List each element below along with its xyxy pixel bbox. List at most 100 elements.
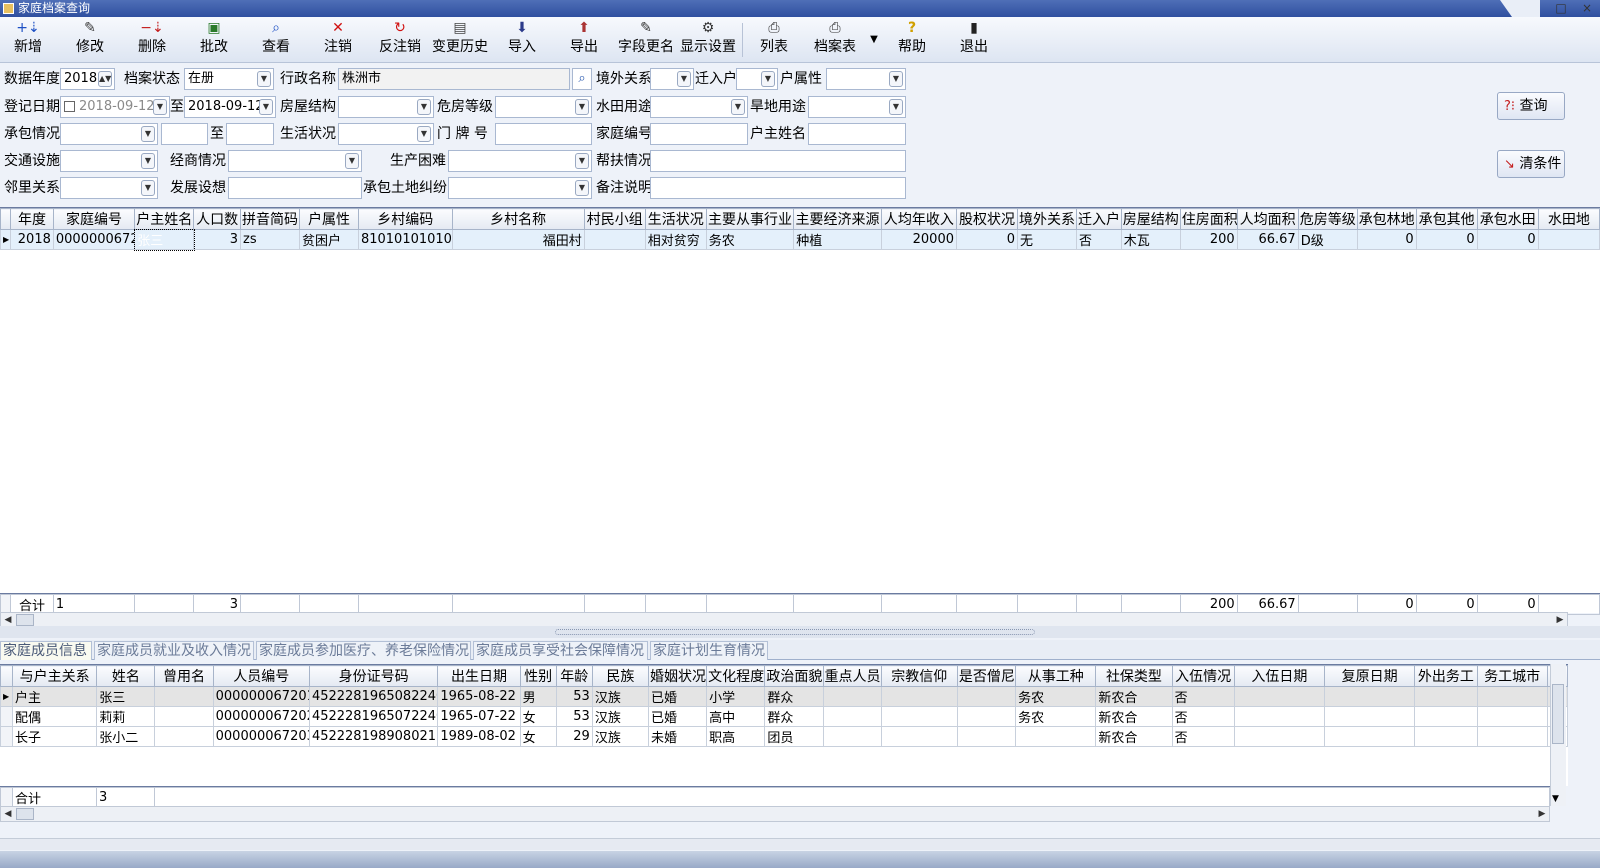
column-header[interactable]: 婚姻状况: [647, 665, 708, 687]
add-button[interactable]: +⇣ 新增: [10, 20, 46, 60]
table-cell[interactable]: 贫困户: [298, 229, 359, 250]
tab-0[interactable]: 家庭成员信息: [0, 641, 92, 660]
year-spinner[interactable]: 2018 ▲▼: [60, 68, 115, 90]
column-header[interactable]: 人员编号: [212, 665, 310, 687]
column-header[interactable]: 身份证号码: [308, 665, 439, 687]
table-cell[interactable]: 莉莉: [96, 706, 156, 727]
column-header[interactable]: 入伍日期: [1233, 665, 1326, 687]
table-cell[interactable]: [1015, 726, 1097, 747]
regdate-to-field[interactable]: 2018-09-12 ▼: [184, 96, 276, 118]
column-header[interactable]: 股权状况: [955, 208, 1019, 230]
paddy-use-select[interactable]: ▼: [650, 96, 748, 118]
rename-field-button[interactable]: ✎ 字段更名: [616, 20, 676, 60]
table-cell[interactable]: [822, 686, 882, 707]
table-cell[interactable]: 相对贫穷: [644, 229, 707, 250]
table-cell[interactable]: 配偶: [12, 706, 98, 727]
table-cell[interactable]: 职高: [706, 726, 766, 747]
column-header[interactable]: 重点人员: [822, 665, 882, 687]
member-grid[interactable]: 与户主关系 姓名 曾用名 人员编号 身份证号码 出生日期 性别 年龄 民族 婚姻状况 文化程度 政治面…: [0, 664, 1568, 786]
table-cell[interactable]: 种植: [793, 229, 882, 250]
table-cell[interactable]: 0: [955, 229, 1019, 250]
table-cell[interactable]: 53: [555, 686, 593, 707]
table-cell[interactable]: [956, 706, 1017, 727]
column-header[interactable]: 外出务工: [1414, 665, 1478, 687]
column-header[interactable]: 主要经济来源: [793, 208, 882, 230]
column-header[interactable]: 危房等级: [1297, 208, 1358, 230]
table-cell[interactable]: 福田村: [451, 229, 585, 250]
table-cell[interactable]: 0: [1356, 229, 1417, 250]
family-grid[interactable]: 年度 家庭编号 户主姓名 人口数 拼音简码 户属性 乡村编码 乡村名称 村民小组 生活状况 主要从事…: [0, 207, 1600, 593]
cancel-record-button[interactable]: ✕ 注销: [320, 20, 356, 60]
table-cell[interactable]: [1414, 726, 1478, 747]
column-header[interactable]: 户属性: [298, 208, 359, 230]
head-name-field[interactable]: [808, 123, 906, 145]
table-row[interactable]: ▶户主张三 0000000672014522281965082240311965-…: [0, 686, 1568, 707]
column-header[interactable]: 承包其他: [1415, 208, 1478, 230]
table-cell[interactable]: 66.67: [1236, 229, 1299, 250]
table-cell[interactable]: 张三: [133, 228, 195, 251]
table-cell[interactable]: 无: [1017, 229, 1077, 250]
column-header[interactable]: 从事工种: [1015, 665, 1097, 687]
table-cell[interactable]: 否: [1171, 706, 1235, 727]
difficulty-select[interactable]: ▼: [448, 150, 592, 172]
table-row[interactable]: 长子张小二 0000000672034522281989080211451989-…: [0, 726, 1568, 747]
table-cell[interactable]: 女: [519, 706, 557, 727]
scroll-left-icon[interactable]: ◀: [1, 807, 15, 821]
column-header[interactable]: 宗教信仰: [880, 665, 958, 687]
column-header[interactable]: 主要从事行业: [705, 208, 795, 230]
regdate-checkbox[interactable]: [64, 101, 75, 112]
import-button[interactable]: ⬇ 导入: [504, 20, 540, 60]
overseas-select[interactable]: ▼: [650, 68, 694, 90]
column-header[interactable]: 村民小组: [583, 208, 646, 230]
table-cell[interactable]: [822, 726, 882, 747]
change-history-button[interactable]: ▤ 变更历史: [430, 20, 490, 60]
scroll-thumb[interactable]: [16, 808, 34, 820]
table-cell[interactable]: [1476, 706, 1548, 727]
column-header[interactable]: 家庭编号: [52, 208, 136, 230]
table-cell[interactable]: [154, 726, 214, 747]
table-cell[interactable]: 务农: [1015, 686, 1097, 707]
table-cell[interactable]: [1476, 686, 1548, 707]
column-header[interactable]: 迁入户: [1076, 208, 1122, 230]
close-button[interactable]: ×: [1574, 0, 1600, 17]
column-header[interactable]: 与户主关系: [12, 665, 98, 687]
door-number-field[interactable]: [495, 123, 592, 145]
exit-button[interactable]: ▮ 退出: [956, 20, 992, 60]
member-grid-hscrollbar[interactable]: ◀ ▶: [0, 806, 1550, 822]
table-cell[interactable]: 452228198908021145: [308, 726, 439, 747]
view-button[interactable]: ⌕ 查看: [258, 20, 294, 60]
spinner-arrows-icon[interactable]: ▲▼: [98, 71, 112, 87]
table-cell[interactable]: [154, 706, 214, 727]
contract-to-field[interactable]: [226, 123, 274, 145]
dry-use-select[interactable]: ▼: [808, 96, 906, 118]
column-header[interactable]: 是否僧尼: [956, 665, 1017, 687]
panel-splitter[interactable]: [0, 626, 1600, 638]
table-cell[interactable]: 452228196508224031: [308, 686, 439, 707]
table-cell[interactable]: [1414, 706, 1478, 727]
region-field[interactable]: 株洲市: [338, 68, 570, 90]
aid-field[interactable]: [650, 150, 906, 172]
table-cell[interactable]: 0: [1415, 229, 1478, 250]
column-header[interactable]: 民族: [591, 665, 649, 687]
table-cell[interactable]: 务农: [705, 229, 795, 250]
tab-4[interactable]: 家庭计划生育情况: [650, 641, 768, 660]
splitter-grip[interactable]: [555, 629, 1035, 635]
table-cell[interactable]: 000000067201: [212, 686, 310, 707]
movein-select[interactable]: ▼: [736, 68, 778, 90]
table-cell[interactable]: 务农: [1015, 706, 1097, 727]
table-cell[interactable]: [1324, 686, 1416, 707]
table-cell[interactable]: 男: [519, 686, 557, 707]
column-header[interactable]: 人口数: [193, 208, 241, 230]
column-header[interactable]: 乡村编码: [357, 208, 453, 230]
scroll-right-icon[interactable]: ▶: [1535, 807, 1549, 821]
column-header[interactable]: 生活状况: [644, 208, 707, 230]
table-cell[interactable]: 1965-08-22: [437, 686, 521, 707]
column-header[interactable]: 乡村名称: [451, 208, 585, 230]
family-number-field[interactable]: [650, 123, 748, 145]
table-cell[interactable]: [1324, 706, 1416, 727]
table-cell[interactable]: [880, 686, 958, 707]
table-row[interactable]: ▶ 2018 0000000672 张三 3 zs 贫困户 810101010101 福田村 相对…: [0, 228, 1600, 251]
table-cell[interactable]: [1233, 726, 1326, 747]
neighbor-select[interactable]: ▼: [60, 177, 158, 199]
column-header[interactable]: 入伍情况: [1171, 665, 1235, 687]
